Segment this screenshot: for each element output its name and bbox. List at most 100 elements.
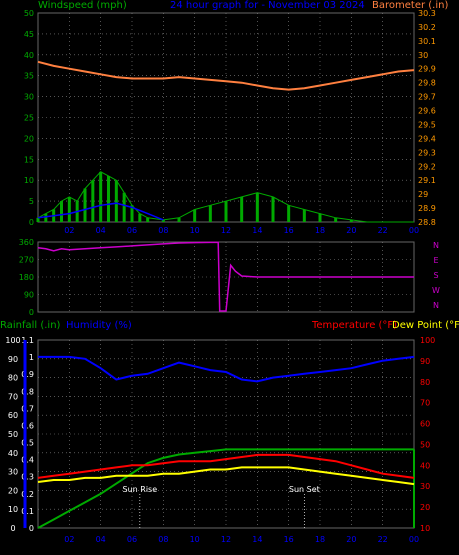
direction-y-tick: 180 bbox=[19, 273, 34, 282]
wind-x-tick: 20 bbox=[346, 226, 356, 235]
windspeed-label: Windspeed (mph) bbox=[38, 0, 127, 11]
wind-y-tick: 0 bbox=[29, 218, 34, 227]
barometer-y-tick: 29.8 bbox=[418, 79, 436, 88]
humidity-y-tick: 70 bbox=[8, 392, 18, 401]
dewpoint-label: Dew Point (°F) bbox=[392, 320, 459, 331]
humidity-y-tick: 90 bbox=[8, 355, 18, 364]
barometer-y-tick: 30 bbox=[418, 51, 428, 60]
barometer-y-tick: 29.7 bbox=[418, 93, 436, 102]
barometer-y-tick: 29.5 bbox=[418, 120, 436, 129]
temp-y-tick: 20 bbox=[420, 503, 430, 512]
humidity-y-tick: 60 bbox=[8, 411, 18, 420]
barometer-y-tick: 29.9 bbox=[418, 65, 436, 74]
humidity-y-tick: 50 bbox=[8, 430, 18, 439]
graph-title: 24 hour graph for - November 03 2024 bbox=[170, 0, 365, 11]
rain-y-tick: 0.7 bbox=[21, 404, 34, 413]
temp-y-tick: 80 bbox=[420, 378, 430, 387]
rain-y-tick: 0.9 bbox=[21, 370, 34, 379]
wind-y-tick: 50 bbox=[24, 9, 34, 18]
barometer-y-tick: 29.4 bbox=[418, 134, 436, 143]
lower-x-tick: 16 bbox=[284, 535, 294, 544]
rain-y-tick: 1.1 bbox=[21, 336, 34, 345]
rain-y-tick: 0.5 bbox=[21, 439, 34, 448]
rainfall-label: Rainfall (.in) bbox=[0, 320, 61, 331]
rain-y-tick: 0.4 bbox=[21, 456, 34, 465]
barometer-y-tick: 29.6 bbox=[418, 107, 436, 116]
temp-y-tick: 90 bbox=[420, 357, 430, 366]
temp-y-tick: 40 bbox=[420, 461, 430, 470]
sun-rise-label: Sun Rise bbox=[123, 485, 158, 494]
lower-x-tick: 02 bbox=[64, 535, 74, 544]
wind-x-tick: 02 bbox=[64, 226, 74, 235]
wind-x-tick: 06 bbox=[127, 226, 137, 235]
wind-y-tick: 20 bbox=[24, 134, 34, 143]
lower-x-tick: 22 bbox=[378, 535, 388, 544]
humidity-y-tick: 100 bbox=[5, 336, 20, 345]
direction-compass-tick: N bbox=[433, 301, 439, 310]
humidity-label: Humidity (%) bbox=[66, 320, 132, 331]
rain-y-tick: 0 bbox=[29, 524, 34, 533]
temp-y-tick: 30 bbox=[420, 482, 430, 491]
lower-x-tick: 12 bbox=[221, 535, 231, 544]
direction-compass-tick: W bbox=[432, 286, 440, 295]
wind-y-tick: 40 bbox=[24, 51, 34, 60]
barometer-y-tick: 29.3 bbox=[418, 148, 436, 157]
chart-canvas: 0510152025303540455028.828.92929.129.229… bbox=[5, 9, 440, 544]
lower-x-tick: 00 bbox=[409, 535, 419, 544]
temp-y-tick: 50 bbox=[420, 440, 430, 449]
barometer-y-tick: 29.1 bbox=[418, 176, 436, 185]
temperature-line bbox=[37, 453, 415, 479]
humidity-y-tick: 0 bbox=[10, 524, 15, 533]
rain-y-tick: 0.6 bbox=[21, 421, 34, 430]
barometer-y-tick: 30.2 bbox=[418, 23, 436, 32]
rain-y-tick: 0.1 bbox=[21, 507, 34, 516]
temp-y-tick: 100 bbox=[420, 336, 435, 345]
rain-y-tick: 0.3 bbox=[21, 473, 34, 482]
direction-compass-tick: E bbox=[433, 256, 438, 265]
wind-y-tick: 10 bbox=[24, 176, 34, 185]
direction-compass-tick: N bbox=[433, 241, 439, 250]
wind-y-tick: 35 bbox=[24, 72, 34, 81]
wind-x-tick: 04 bbox=[96, 226, 106, 235]
sun-set-label: Sun Set bbox=[289, 485, 320, 494]
humidity-y-tick: 80 bbox=[8, 374, 18, 383]
lower-x-tick: 18 bbox=[315, 535, 325, 544]
wind-x-tick: 00 bbox=[409, 226, 419, 235]
wind-x-tick: 12 bbox=[221, 226, 231, 235]
wind-x-tick: 16 bbox=[284, 226, 294, 235]
wind-x-tick: 14 bbox=[252, 226, 262, 235]
rain-y-tick: 0.8 bbox=[21, 387, 34, 396]
humidity-y-tick: 10 bbox=[8, 505, 18, 514]
wind-y-tick: 25 bbox=[24, 114, 34, 123]
temp-y-tick: 10 bbox=[420, 524, 430, 533]
lower-x-tick: 08 bbox=[158, 535, 168, 544]
barometer-y-tick: 28.9 bbox=[418, 204, 436, 213]
lower-x-tick: 14 bbox=[252, 535, 262, 544]
lower-x-tick: 06 bbox=[127, 535, 137, 544]
wind-x-tick: 08 bbox=[158, 226, 168, 235]
rain-y-tick: 1 bbox=[29, 353, 34, 362]
humidity-y-tick: 30 bbox=[8, 468, 18, 477]
barometer-y-tick: 30.1 bbox=[418, 37, 436, 46]
wind-y-tick: 45 bbox=[24, 30, 34, 39]
rain-y-tick: 0.2 bbox=[21, 490, 34, 499]
humidity-y-tick: 20 bbox=[8, 486, 18, 495]
lower-x-tick: 10 bbox=[190, 535, 200, 544]
barometer-label: Barometer (.in) bbox=[372, 0, 449, 11]
lower-x-tick: 04 bbox=[96, 535, 106, 544]
weather-graph: 0 5 10 15 20 25 30 35 40 45 50 28.8 28.9 29 29.1 29.2 29… bbox=[0, 0, 459, 555]
temp-y-tick: 70 bbox=[420, 399, 430, 408]
barometer-y-tick: 29 bbox=[418, 190, 428, 199]
temp-y-tick: 60 bbox=[420, 420, 430, 429]
wind-x-tick: 10 bbox=[190, 226, 200, 235]
wind-x-tick: 18 bbox=[315, 226, 325, 235]
temperature-label: Temperature (°F) bbox=[312, 320, 398, 331]
lower-x-tick: 20 bbox=[346, 535, 356, 544]
direction-compass-tick: S bbox=[433, 271, 438, 280]
direction-y-tick: 270 bbox=[19, 256, 34, 265]
barometer-y-tick: 28.8 bbox=[418, 218, 436, 227]
wind-y-tick: 30 bbox=[24, 93, 34, 102]
direction-y-tick: 360 bbox=[19, 238, 34, 247]
wind-y-tick: 15 bbox=[24, 155, 34, 164]
wind-y-tick: 5 bbox=[29, 197, 34, 206]
